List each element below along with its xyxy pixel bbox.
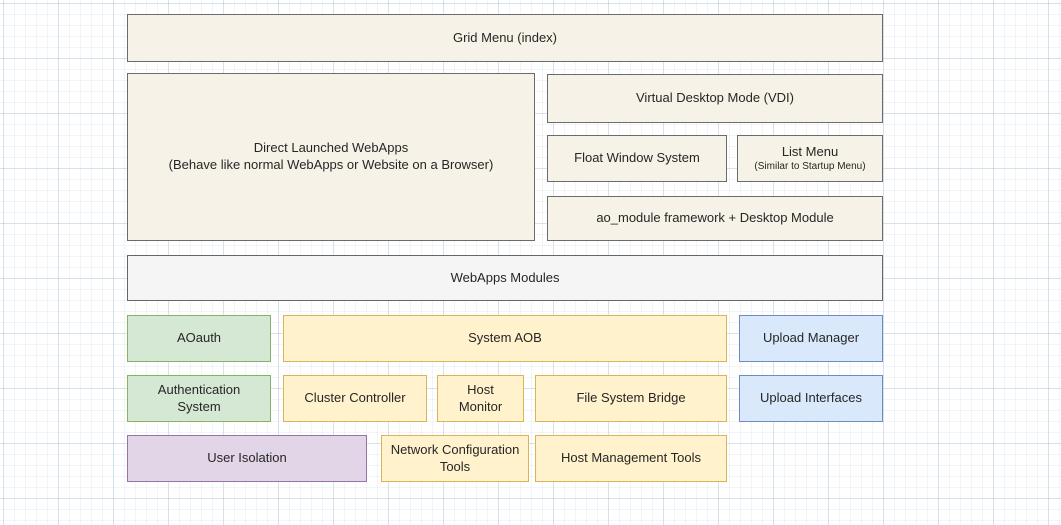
upload-manager-box: Upload Manager (739, 315, 883, 362)
host-management-tools-label: Host Management Tools (561, 450, 701, 467)
host-monitor-box: Host Monitor (437, 375, 524, 422)
list-menu-box: List Menu (Similar to Startup Menu) (737, 135, 883, 182)
virtual-desktop-mode-label: Virtual Desktop Mode (VDI) (636, 90, 794, 107)
direct-launched-webapps-title: Direct Launched WebApps (254, 140, 408, 157)
grid-menu-label: Grid Menu (index) (453, 30, 557, 47)
authentication-system-label: Authentication System (136, 382, 262, 416)
list-menu-title: List Menu (782, 144, 838, 161)
float-window-system-box: Float Window System (547, 135, 727, 182)
upload-interfaces-label: Upload Interfaces (760, 390, 862, 407)
network-configuration-tools-label: Network Configuration Tools (390, 442, 520, 476)
ao-module-framework-box: ao_module framework + Desktop Module (547, 196, 883, 241)
list-menu-subtitle: (Similar to Startup Menu) (754, 160, 865, 173)
authentication-system-box: Authentication System (127, 375, 271, 422)
upload-interfaces-box: Upload Interfaces (739, 375, 883, 422)
file-system-bridge-label: File System Bridge (576, 390, 685, 407)
aoauth-box: AOauth (127, 315, 271, 362)
cluster-controller-label: Cluster Controller (304, 390, 405, 407)
ao-module-framework-label: ao_module framework + Desktop Module (596, 210, 833, 227)
system-aob-label: System AOB (468, 330, 542, 347)
aoauth-label: AOauth (177, 330, 221, 347)
direct-launched-webapps-subtitle: (Behave like normal WebApps or Website o… (169, 157, 494, 174)
webapps-modules-label: WebApps Modules (451, 270, 560, 287)
virtual-desktop-mode-box: Virtual Desktop Mode (VDI) (547, 74, 883, 123)
file-system-bridge-box: File System Bridge (535, 375, 727, 422)
float-window-system-label: Float Window System (574, 150, 700, 167)
user-isolation-label: User Isolation (207, 450, 286, 467)
host-management-tools-box: Host Management Tools (535, 435, 727, 482)
webapps-modules-box: WebApps Modules (127, 255, 883, 301)
diagram-canvas: Grid Menu (index) Direct Launched WebApp… (0, 0, 1061, 525)
host-monitor-label: Host Monitor (446, 382, 515, 416)
network-configuration-tools-box: Network Configuration Tools (381, 435, 529, 482)
grid-menu-box: Grid Menu (index) (127, 14, 883, 62)
direct-launched-webapps-box: Direct Launched WebApps (Behave like nor… (127, 73, 535, 241)
system-aob-box: System AOB (283, 315, 727, 362)
user-isolation-box: User Isolation (127, 435, 367, 482)
upload-manager-label: Upload Manager (763, 330, 859, 347)
cluster-controller-box: Cluster Controller (283, 375, 427, 422)
